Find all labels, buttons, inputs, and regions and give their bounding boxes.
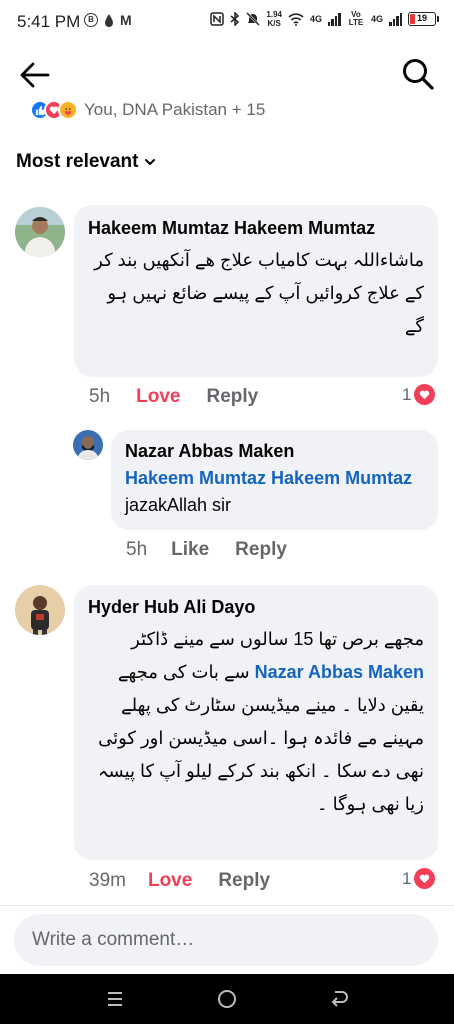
status-time: 5:41 PM — [17, 12, 81, 31]
comment-author[interactable]: Hakeem Mumtaz Hakeem Mumtaz — [88, 215, 424, 242]
recent-apps-icon[interactable] — [102, 986, 128, 1012]
gmail-icon: M — [120, 12, 132, 28]
wifi-icon — [288, 12, 304, 26]
reply-button[interactable]: Reply — [235, 539, 287, 561]
like-button[interactable]: Like — [171, 539, 209, 561]
comment-actions: 5h Like Reply — [126, 539, 287, 561]
reactions-summary[interactable]: You, DNA Pakistan + 15 — [30, 98, 265, 122]
comment-composer[interactable] — [14, 914, 438, 966]
mention-link[interactable]: Nazar Abbas Maken — [255, 662, 424, 682]
chevron-down-icon — [145, 159, 156, 165]
sort-dropdown[interactable]: Most relevant — [16, 151, 156, 173]
comment-actions: 39m Love Reply — [89, 870, 270, 892]
avatar[interactable] — [15, 585, 65, 635]
comment-text-before: مجھے برص تھا 15 سالوں سے مینے ڈاکٹر — [131, 629, 424, 649]
back-arrow-icon[interactable] — [18, 58, 52, 92]
network-type-2: Vo LTE — [348, 10, 364, 27]
reaction-count[interactable]: 1 — [402, 868, 436, 889]
reply-button[interactable]: Reply — [218, 870, 270, 892]
reply-bubble: Nazar Abbas Maken Hakeem Mumtaz Hakeem M… — [111, 430, 438, 530]
signal-icon-1 — [327, 12, 341, 26]
status-notification-icons: B M — [84, 13, 132, 27]
comment-time: 5h — [126, 539, 148, 560]
love-button[interactable]: Love — [148, 870, 192, 892]
sort-label: Most relevant — [16, 151, 139, 172]
back-nav-icon[interactable] — [326, 986, 352, 1012]
comment-author[interactable]: Hyder Hub Ali Dayo — [88, 594, 424, 621]
status-bar: 5:41 PM B M 1.94 K/S 4G Vo LTE 4G 19 — [0, 0, 454, 44]
battery-level: 19 — [416, 13, 427, 23]
network-type-1: 4G — [309, 14, 322, 24]
love-button[interactable]: Love — [136, 386, 180, 408]
comment-author[interactable]: Nazar Abbas Maken — [125, 438, 424, 465]
avatar[interactable] — [73, 430, 103, 460]
speed-unit: K/S — [267, 19, 281, 28]
comment-text: ماشاءاللہ بہت کامیاب علاج ھے آنکھیں بند … — [94, 250, 424, 336]
avatar[interactable] — [15, 207, 65, 257]
comment-text: Hakeem Mumtaz Hakeem Mumtaz jazakAllah s… — [125, 465, 424, 519]
nfc-icon — [210, 12, 225, 26]
care-reaction-icon — [58, 100, 78, 120]
battery-icon: 19 — [408, 12, 439, 26]
speed-value: 1.94 — [266, 10, 282, 19]
comment-input[interactable] — [14, 914, 438, 966]
b-badge-icon: B — [84, 13, 98, 27]
home-icon[interactable] — [214, 986, 240, 1012]
signal-icon-2 — [389, 12, 402, 26]
reaction-count-number: 1 — [402, 868, 412, 888]
mention-link[interactable]: Hakeem Mumtaz Hakeem Mumtaz — [125, 468, 412, 488]
status-system-icons: 1.94 K/S 4G Vo LTE 4G 19 — [210, 10, 439, 28]
comment-bubble: Hakeem Mumtaz Hakeem Mumtaz ماشاءاللہ بہ… — [74, 205, 438, 377]
search-icon[interactable] — [400, 56, 436, 92]
composer-divider — [0, 905, 454, 906]
love-reaction-icon — [414, 868, 436, 889]
comment-bubble: Hyder Hub Ali Dayo مجھے برص تھا 15 سالوں… — [74, 585, 438, 860]
comment-time: 39m — [89, 870, 126, 891]
comment-text: مجھے برص تھا 15 سالوں سے مینے ڈاکٹر Naza… — [88, 623, 424, 821]
reaction-count-number: 1 — [402, 384, 412, 404]
network-type-3: 4G — [370, 14, 383, 24]
reply-button[interactable]: Reply — [207, 386, 259, 408]
drop-icon — [105, 14, 113, 27]
mute-icon — [246, 12, 261, 26]
love-reaction-icon — [414, 384, 436, 405]
comment-actions: 5h Love Reply — [89, 386, 258, 408]
system-nav-bar — [0, 974, 454, 1024]
bluetooth-icon — [230, 12, 240, 26]
reactions-text: You, DNA Pakistan + 15 — [84, 100, 266, 119]
reaction-count[interactable]: 1 — [402, 384, 436, 405]
network-speed: 1.94 K/S — [266, 10, 282, 28]
comment-text-body: jazakAllah sir — [125, 495, 232, 515]
comment-time: 5h — [89, 386, 111, 407]
comment-text-after: سے بات کی مجھے یقین دلایا ۔ مینے میڈیسن … — [98, 662, 424, 814]
